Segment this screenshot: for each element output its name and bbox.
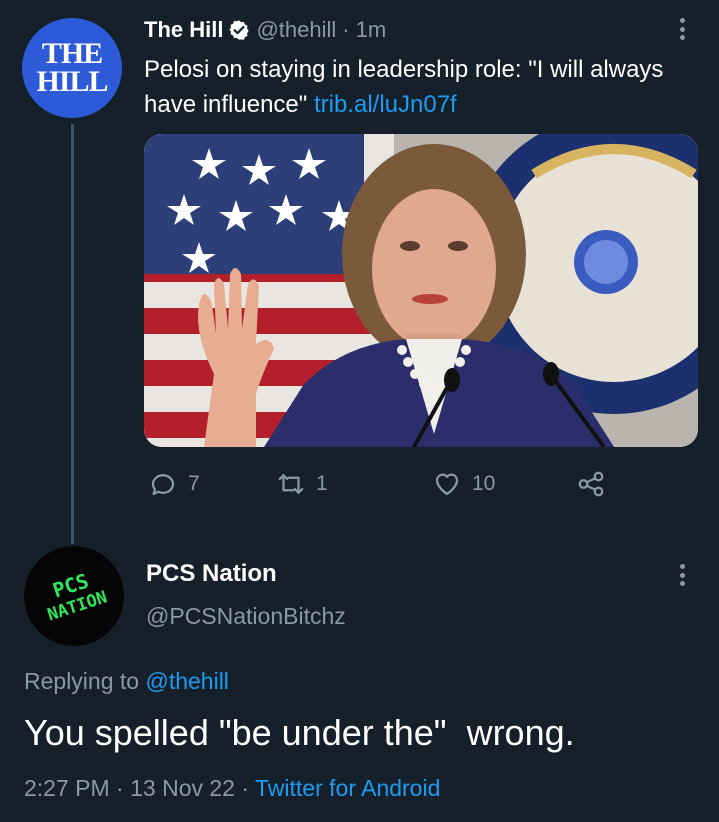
like-count: 10	[472, 472, 496, 495]
tweet-link[interactable]: trib.al/luJn07f	[314, 91, 457, 118]
original-tweet[interactable]: THE HILL The Hill @thehill · 1m Pelosi o…	[0, 0, 719, 544]
tweet-header: The Hill @thehill · 1m	[144, 14, 386, 46]
retweet-button[interactable]: 1	[276, 466, 328, 502]
verified-badge-icon	[229, 20, 250, 40]
avatar-text-hill: HILL	[36, 65, 108, 98]
reply-tweet[interactable]: PCS NATION PCS Nation @PCSNationBitchz R…	[0, 540, 719, 822]
author-name[interactable]: The Hill	[144, 17, 223, 43]
author-handle[interactable]: @thehill	[256, 17, 336, 43]
reply-time[interactable]: 2:27 PM	[24, 775, 110, 801]
reply-more-options-icon[interactable]	[672, 560, 692, 590]
thread-line	[71, 124, 74, 544]
meta-separator: ·	[116, 775, 124, 801]
heart-icon	[435, 473, 459, 496]
like-button[interactable]: 10	[432, 466, 495, 502]
reply-author-handle[interactable]: @PCSNationBitchz	[146, 603, 346, 630]
replying-to: Replying to @thehill	[24, 668, 229, 695]
reply-button[interactable]: 7	[148, 466, 200, 502]
tweet-text: Pelosi on staying in leadership role: "I…	[144, 52, 694, 122]
reply-source[interactable]: Twitter for Android	[255, 775, 440, 801]
reply-date[interactable]: 13 Nov 22	[130, 775, 235, 801]
avatar-text-the: THE	[41, 37, 103, 71]
press-conference-photo-icon	[144, 134, 698, 447]
reply-icon	[151, 474, 175, 496]
more-options-icon[interactable]	[672, 14, 692, 44]
meta-separator: ·	[241, 775, 250, 801]
reply-meta: 2:27 PM · 13 Nov 22 · Twitter for Androi…	[24, 775, 440, 802]
tweet-actions: 7 1 10	[148, 466, 618, 502]
reply-author-name[interactable]: PCS Nation	[146, 560, 277, 588]
thehill-avatar[interactable]: THE HILL	[22, 18, 122, 118]
share-icon	[578, 471, 604, 497]
retweet-icon	[278, 474, 304, 494]
share-button[interactable]	[576, 466, 616, 502]
reply-text: You spelled "be under the" wrong.	[24, 712, 575, 753]
tweet-photo[interactable]	[144, 134, 698, 447]
replying-mention[interactable]: @thehill	[145, 668, 228, 694]
pcs-nation-logo-icon: PCS NATION	[45, 569, 110, 626]
pcs-nation-avatar[interactable]: PCS NATION	[24, 546, 124, 646]
reply-count: 7	[188, 472, 200, 495]
retweet-count: 1	[316, 472, 328, 495]
separator-dot: ·	[342, 17, 350, 42]
tweet-time[interactable]: 1m	[356, 17, 387, 43]
replying-prefix: Replying to	[24, 668, 146, 694]
